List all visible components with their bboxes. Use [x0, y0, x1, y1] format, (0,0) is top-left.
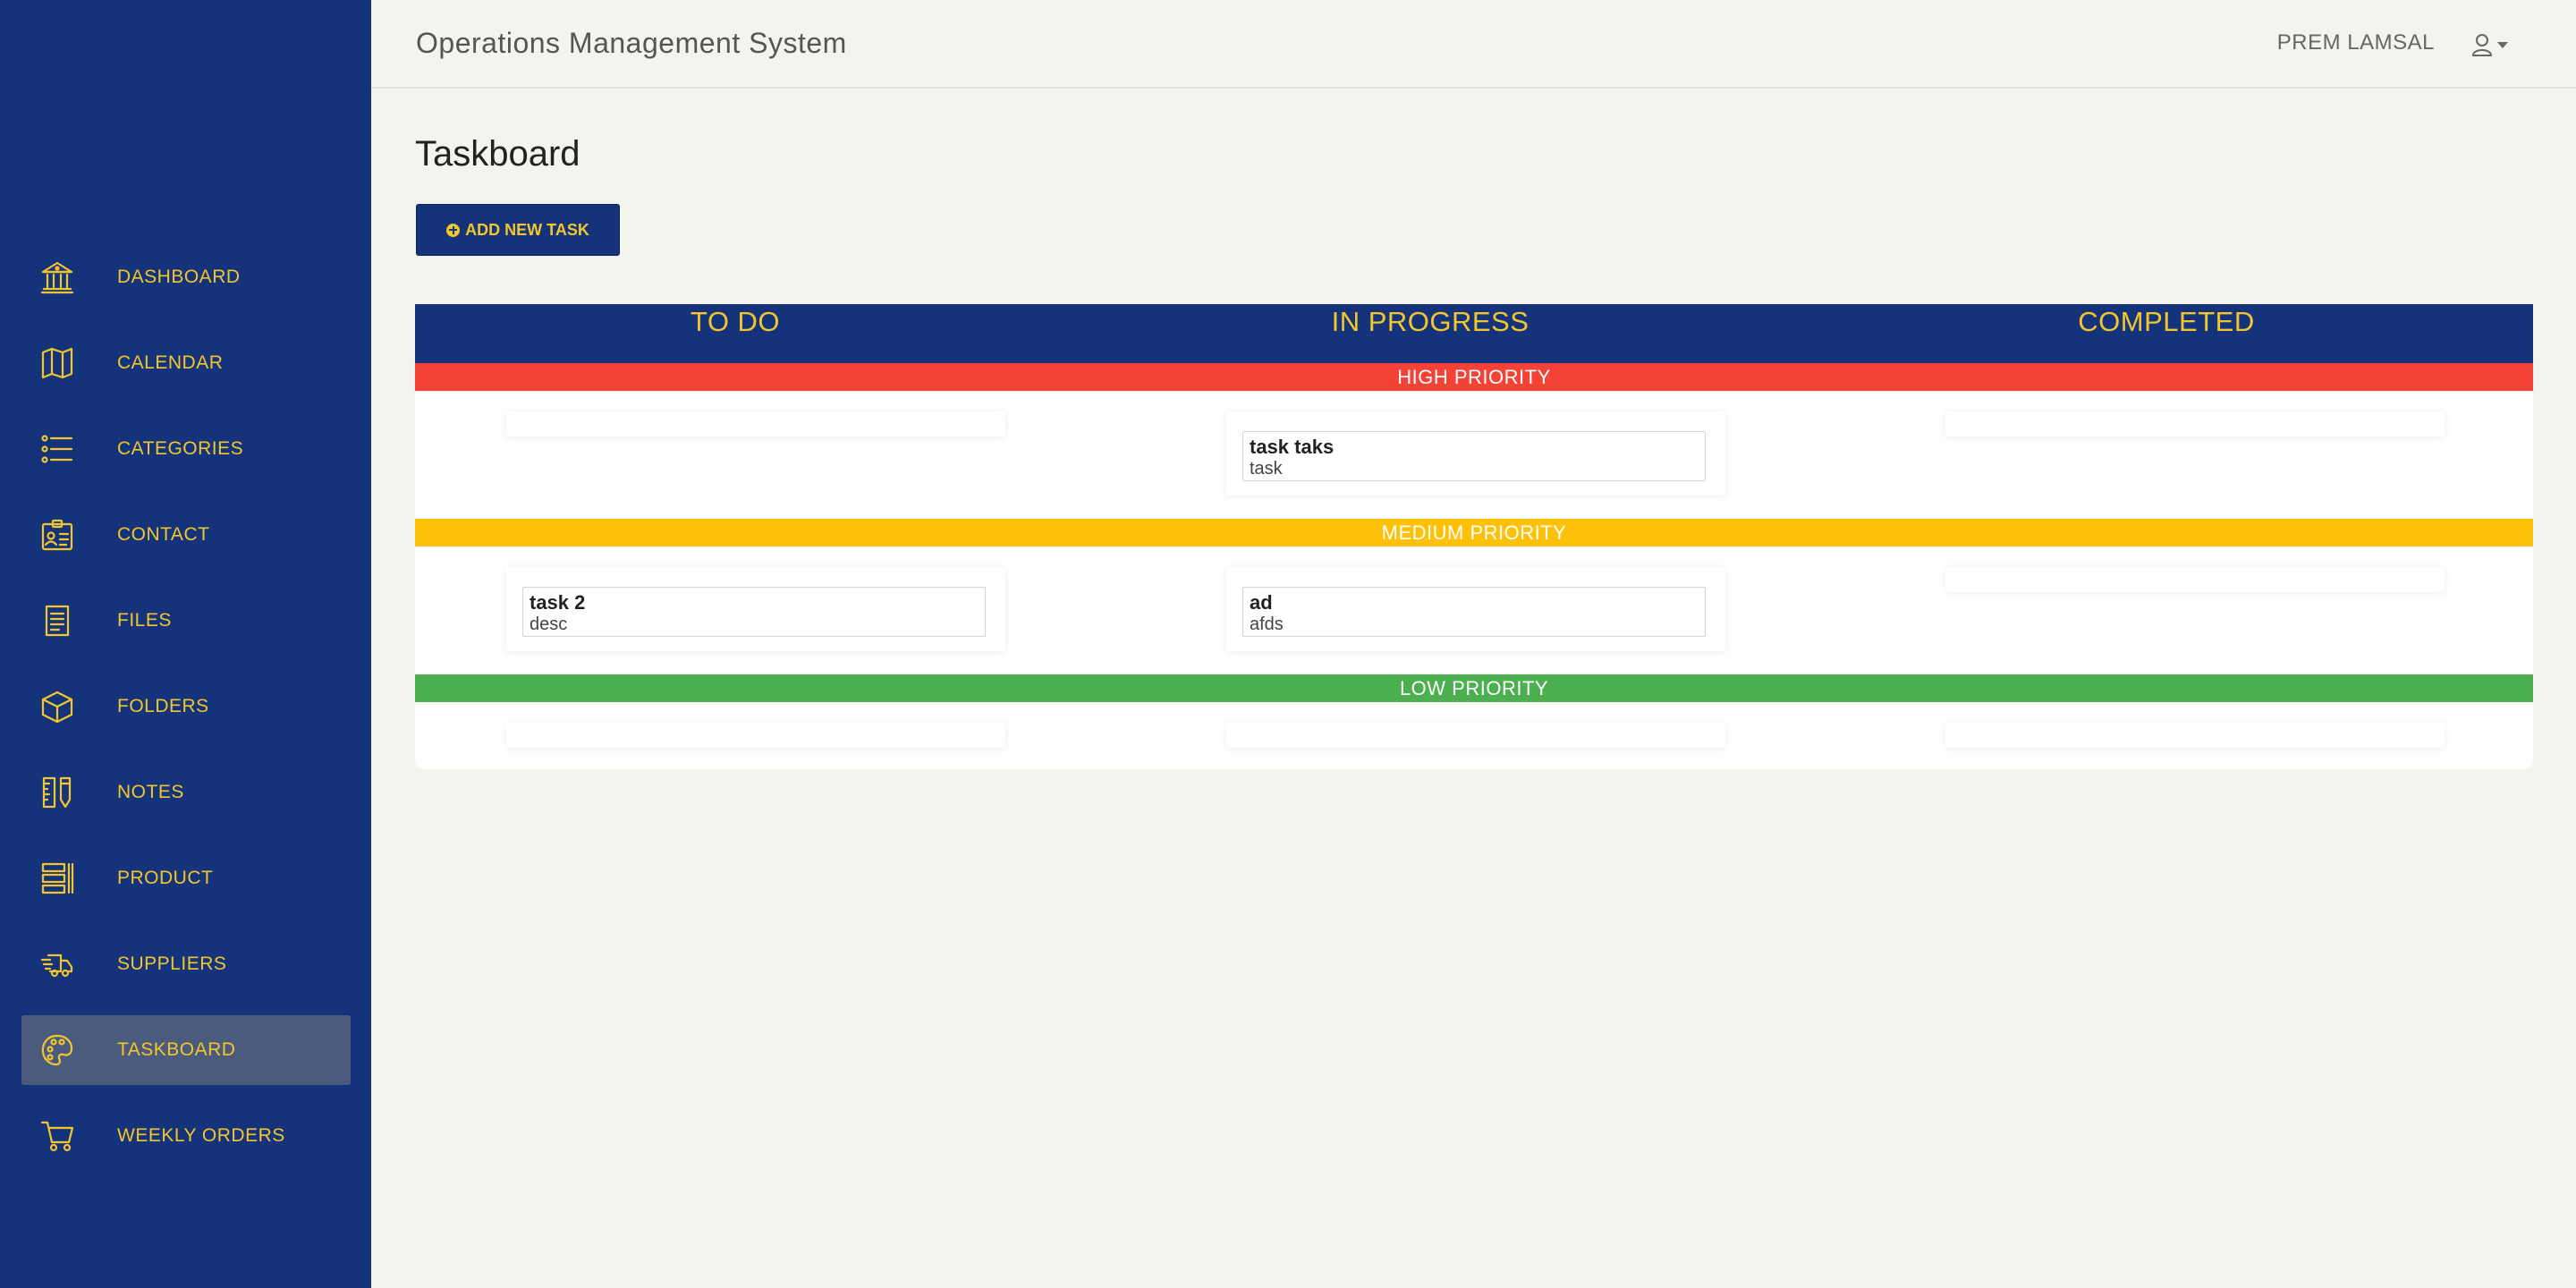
- sidebar-item-label: TASKBOARD: [117, 1039, 236, 1060]
- task-card[interactable]: task taks task: [1242, 431, 1706, 481]
- low-todo-dropzone[interactable]: [506, 723, 1005, 748]
- product-list-icon: [39, 860, 75, 896]
- sidebar-item-label: DASHBOARD: [117, 267, 241, 287]
- taskboard: TO DO IN PROGRESS COMPLETED HIGH PRIORIT…: [415, 304, 2533, 769]
- add-new-task-label: ADD NEW TASK: [465, 220, 589, 239]
- id-badge-icon: [39, 517, 75, 553]
- list-icon: [39, 431, 75, 467]
- task-description: desc: [530, 614, 568, 634]
- medium-todo-dropzone[interactable]: task 2 desc: [506, 567, 1005, 651]
- add-new-task-button[interactable]: ADD NEW TASK: [416, 204, 620, 256]
- app-title: Operations Management System: [416, 27, 847, 59]
- sidebar-item-taskboard[interactable]: TASKBOARD: [21, 1015, 351, 1085]
- board-header: TO DO IN PROGRESS COMPLETED: [415, 304, 2533, 363]
- task-card[interactable]: ad afds: [1242, 587, 1706, 637]
- user-name[interactable]: PREM LAMSAL: [2277, 30, 2435, 55]
- top-bar: Operations Management System PREM LAMSAL: [371, 0, 2576, 89]
- medium-priority-bar: MEDIUM PRIORITY: [415, 519, 2533, 547]
- sidebar-item-notes[interactable]: NOTES: [21, 758, 351, 827]
- box-icon: [39, 689, 75, 724]
- palette-icon: [39, 1032, 75, 1068]
- sidebar-item-product[interactable]: PRODUCT: [21, 843, 351, 913]
- column-in-progress-header: IN PROGRESS: [1331, 306, 1530, 337]
- map-icon: [39, 345, 75, 381]
- ruler-pencil-icon: [39, 775, 75, 810]
- low-completed-dropzone[interactable]: [1945, 723, 2445, 748]
- sidebar-item-categories[interactable]: CATEGORIES: [21, 414, 351, 484]
- sidebar-item-suppliers[interactable]: SUPPLIERS: [21, 929, 351, 999]
- high-in-progress-dropzone[interactable]: task taks task: [1226, 411, 1725, 496]
- sidebar-item-weekly-orders[interactable]: WEEKLY ORDERS: [21, 1101, 351, 1171]
- high-priority-bar: HIGH PRIORITY: [415, 363, 2533, 391]
- medium-completed-dropzone[interactable]: [1945, 567, 2445, 592]
- sidebar-item-label: CATEGORIES: [117, 438, 244, 459]
- sidebar-item-label: FOLDERS: [117, 696, 209, 716]
- task-description: afds: [1250, 614, 1284, 634]
- delivery-truck-icon: [39, 946, 75, 982]
- document-icon: [39, 603, 75, 639]
- sidebar-item-dashboard[interactable]: DASHBOARD: [21, 242, 351, 312]
- sidebar: DASHBOARD CALENDAR CATEGORIES CONTACT FI…: [0, 0, 371, 1288]
- sidebar-item-label: WEEKLY ORDERS: [117, 1125, 285, 1146]
- high-completed-dropzone[interactable]: [1945, 411, 2445, 436]
- caret-down-icon: [2497, 41, 2508, 48]
- column-completed-header: COMPLETED: [2078, 306, 2255, 337]
- page-title: Taskboard: [415, 134, 580, 174]
- sidebar-item-label: FILES: [117, 610, 172, 631]
- cart-icon: [39, 1118, 75, 1154]
- sidebar-item-contact[interactable]: CONTACT: [21, 500, 351, 570]
- column-todo-header: TO DO: [690, 306, 781, 337]
- low-priority-bar: LOW PRIORITY: [415, 674, 2533, 702]
- task-title: ad: [1250, 591, 1273, 614]
- user-menu-toggle[interactable]: [2470, 30, 2512, 59]
- task-title: task 2: [530, 591, 586, 614]
- sidebar-item-files[interactable]: FILES: [21, 586, 351, 656]
- task-title: task taks: [1250, 436, 1335, 458]
- bank-icon: [39, 259, 75, 295]
- sidebar-item-label: SUPPLIERS: [117, 953, 227, 974]
- sidebar-item-label: NOTES: [117, 782, 184, 802]
- sidebar-item-label: PRODUCT: [117, 868, 214, 888]
- medium-in-progress-dropzone[interactable]: ad afds: [1226, 567, 1725, 651]
- sidebar-item-folders[interactable]: FOLDERS: [21, 672, 351, 741]
- low-in-progress-dropzone[interactable]: [1226, 723, 1725, 748]
- plus-circle-icon: [446, 223, 461, 237]
- high-todo-dropzone[interactable]: [506, 411, 1005, 436]
- sidebar-item-label: CALENDAR: [117, 352, 224, 373]
- sidebar-item-calendar[interactable]: CALENDAR: [21, 328, 351, 398]
- user-icon: [2471, 34, 2493, 56]
- sidebar-item-label: CONTACT: [117, 524, 210, 545]
- task-description: task: [1250, 459, 1283, 479]
- task-card[interactable]: task 2 desc: [522, 587, 986, 637]
